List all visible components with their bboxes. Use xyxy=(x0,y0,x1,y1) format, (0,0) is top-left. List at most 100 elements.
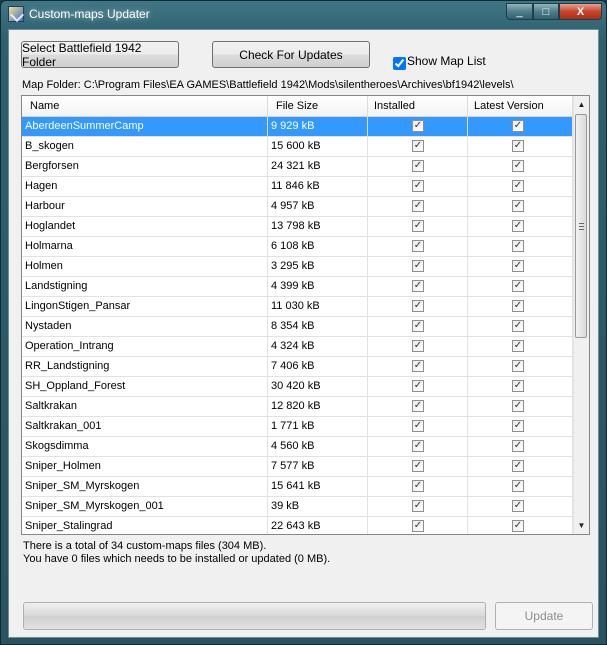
show-map-list-label[interactable]: Show Map List xyxy=(407,54,486,68)
check-updates-button[interactable]: Check For Updates xyxy=(212,41,370,68)
installed-cell: ✓ xyxy=(368,277,468,296)
installed-checkbox[interactable]: ✓ xyxy=(412,480,424,492)
installed-cell: ✓ xyxy=(368,257,468,276)
status-pending: You have 0 files which needs to be insta… xyxy=(23,553,331,565)
table-row[interactable]: SH_Oppland_Forest 30 420 kB ✓ ✓ xyxy=(22,377,573,397)
scroll-up-icon[interactable]: ▲ xyxy=(574,96,589,113)
file-size-cell: 3 295 kB xyxy=(268,257,368,276)
installed-checkbox[interactable]: ✓ xyxy=(412,460,424,472)
latest-version-checkbox[interactable]: ✓ xyxy=(512,140,524,152)
table-row[interactable]: Landstigning 4 399 kB ✓ ✓ xyxy=(22,277,573,297)
maximize-button[interactable]: □ xyxy=(533,3,559,20)
table-row[interactable]: Holmarna 6 108 kB ✓ ✓ xyxy=(22,237,573,257)
installed-checkbox[interactable]: ✓ xyxy=(412,300,424,312)
installed-checkbox[interactable]: ✓ xyxy=(412,260,424,272)
latest-version-checkbox[interactable]: ✓ xyxy=(512,200,524,212)
table-row[interactable]: LingonStigen_Pansar 11 030 kB ✓ ✓ xyxy=(22,297,573,317)
table-row[interactable]: Hagen 11 846 kB ✓ ✓ xyxy=(22,177,573,197)
installed-checkbox[interactable]: ✓ xyxy=(412,440,424,452)
scroll-down-icon[interactable]: ▼ xyxy=(574,517,589,534)
latest-version-checkbox[interactable]: ✓ xyxy=(512,360,524,372)
installed-checkbox[interactable]: ✓ xyxy=(412,340,424,352)
table-row[interactable]: Sniper_SM_Myrskogen 15 641 kB ✓ ✓ xyxy=(22,477,573,497)
latest-version-checkbox[interactable]: ✓ xyxy=(512,500,524,512)
latest-version-checkbox[interactable]: ✓ xyxy=(512,340,524,352)
latest-version-checkbox[interactable]: ✓ xyxy=(512,240,524,252)
installed-checkbox[interactable]: ✓ xyxy=(412,360,424,372)
minimize-button[interactable]: _ xyxy=(506,3,533,20)
close-button[interactable]: X xyxy=(559,3,602,20)
latest-version-cell: ✓ xyxy=(468,217,573,236)
table-row[interactable]: Sniper_SM_Myrskogen_001 39 kB ✓ ✓ xyxy=(22,497,573,517)
latest-version-checkbox[interactable]: ✓ xyxy=(512,120,524,132)
vertical-scrollbar[interactable]: ▲ ▼ xyxy=(573,96,589,534)
latest-version-checkbox[interactable]: ✓ xyxy=(512,480,524,492)
installed-checkbox[interactable]: ✓ xyxy=(412,420,424,432)
table-row[interactable]: Skogsdimma 4 560 kB ✓ ✓ xyxy=(22,437,573,457)
installed-checkbox[interactable]: ✓ xyxy=(412,380,424,392)
table-row[interactable]: Hoglandet 13 798 kB ✓ ✓ xyxy=(22,217,573,237)
show-map-list-checkbox[interactable] xyxy=(393,57,406,70)
table-row[interactable]: B_skogen 15 600 kB ✓ ✓ xyxy=(22,137,573,157)
file-size-cell: 11 030 kB xyxy=(268,297,368,316)
file-size-cell: 24 321 kB xyxy=(268,157,368,176)
installed-checkbox[interactable]: ✓ xyxy=(412,140,424,152)
latest-version-checkbox[interactable]: ✓ xyxy=(512,300,524,312)
installed-checkbox[interactable]: ✓ xyxy=(412,220,424,232)
title-bar[interactable]: Custom-maps Updater _ □ X xyxy=(1,1,606,29)
column-header-file-size[interactable]: File Size xyxy=(268,96,368,116)
latest-version-checkbox[interactable]: ✓ xyxy=(512,440,524,452)
installed-checkbox[interactable]: ✓ xyxy=(412,120,424,132)
table-row[interactable]: Operation_Intrang 4 324 kB ✓ ✓ xyxy=(22,337,573,357)
caption-buttons: _ □ X xyxy=(506,3,602,20)
latest-version-checkbox[interactable]: ✓ xyxy=(512,280,524,292)
table-row[interactable]: Saltkrakan_001 1 771 kB ✓ ✓ xyxy=(22,417,573,437)
latest-version-cell: ✓ xyxy=(468,177,573,196)
table-row[interactable]: Nystaden 8 354 kB ✓ ✓ xyxy=(22,317,573,337)
table-row[interactable]: RR_Landstigning 7 406 kB ✓ ✓ xyxy=(22,357,573,377)
table-row[interactable]: Sniper_Holmen 7 577 kB ✓ ✓ xyxy=(22,457,573,477)
latest-version-checkbox[interactable]: ✓ xyxy=(512,160,524,172)
installed-checkbox[interactable]: ✓ xyxy=(412,320,424,332)
latest-version-checkbox[interactable]: ✓ xyxy=(512,400,524,412)
table-row[interactable]: Harbour 4 957 kB ✓ ✓ xyxy=(22,197,573,217)
installed-checkbox[interactable]: ✓ xyxy=(412,280,424,292)
map-name-cell: Sniper_SM_Myrskogen_001 xyxy=(22,497,268,516)
latest-version-checkbox[interactable]: ✓ xyxy=(512,220,524,232)
map-name-cell: Sniper_SM_Myrskogen xyxy=(22,477,268,496)
table-row[interactable]: AberdeenSummerCamp 9 929 kB ✓ ✓ xyxy=(22,117,573,137)
latest-version-cell: ✓ xyxy=(468,257,573,276)
update-button[interactable]: Update xyxy=(495,602,593,630)
latest-version-checkbox[interactable]: ✓ xyxy=(512,260,524,272)
maps-table[interactable]: Name File Size Installed Latest Version … xyxy=(21,95,590,535)
installed-checkbox[interactable]: ✓ xyxy=(412,500,424,512)
column-header-name[interactable]: Name xyxy=(22,96,268,116)
installed-checkbox[interactable]: ✓ xyxy=(412,240,424,252)
latest-version-cell: ✓ xyxy=(468,497,573,516)
latest-version-cell: ✓ xyxy=(468,117,573,136)
table-row[interactable]: Bergforsen 24 321 kB ✓ ✓ xyxy=(22,157,573,177)
table-row[interactable]: Saltkrakan 12 820 kB ✓ ✓ xyxy=(22,397,573,417)
map-name-cell: Holmarna xyxy=(22,237,268,256)
installed-checkbox[interactable]: ✓ xyxy=(412,200,424,212)
latest-version-checkbox[interactable]: ✓ xyxy=(512,380,524,392)
latest-version-cell: ✓ xyxy=(468,197,573,216)
latest-version-checkbox[interactable]: ✓ xyxy=(512,180,524,192)
select-folder-button[interactable]: Select Battlefield 1942 Folder xyxy=(21,41,179,69)
latest-version-checkbox[interactable]: ✓ xyxy=(512,520,524,532)
latest-version-checkbox[interactable]: ✓ xyxy=(512,420,524,432)
latest-version-cell: ✓ xyxy=(468,337,573,356)
column-header-latest-version[interactable]: Latest Version xyxy=(468,96,573,116)
scrollbar-thumb[interactable] xyxy=(575,114,587,338)
table-row[interactable]: Sniper_Stalingrad 22 643 kB ✓ ✓ xyxy=(22,517,573,534)
installed-checkbox[interactable]: ✓ xyxy=(412,400,424,412)
installed-checkbox[interactable]: ✓ xyxy=(412,160,424,172)
latest-version-checkbox[interactable]: ✓ xyxy=(512,320,524,332)
latest-version-checkbox[interactable]: ✓ xyxy=(512,460,524,472)
column-header-installed[interactable]: Installed xyxy=(368,96,468,116)
map-name-cell: Hoglandet xyxy=(22,217,268,236)
map-name-cell: SH_Oppland_Forest xyxy=(22,377,268,396)
table-row[interactable]: Holmen 3 295 kB ✓ ✓ xyxy=(22,257,573,277)
installed-checkbox[interactable]: ✓ xyxy=(412,520,424,532)
installed-checkbox[interactable]: ✓ xyxy=(412,180,424,192)
